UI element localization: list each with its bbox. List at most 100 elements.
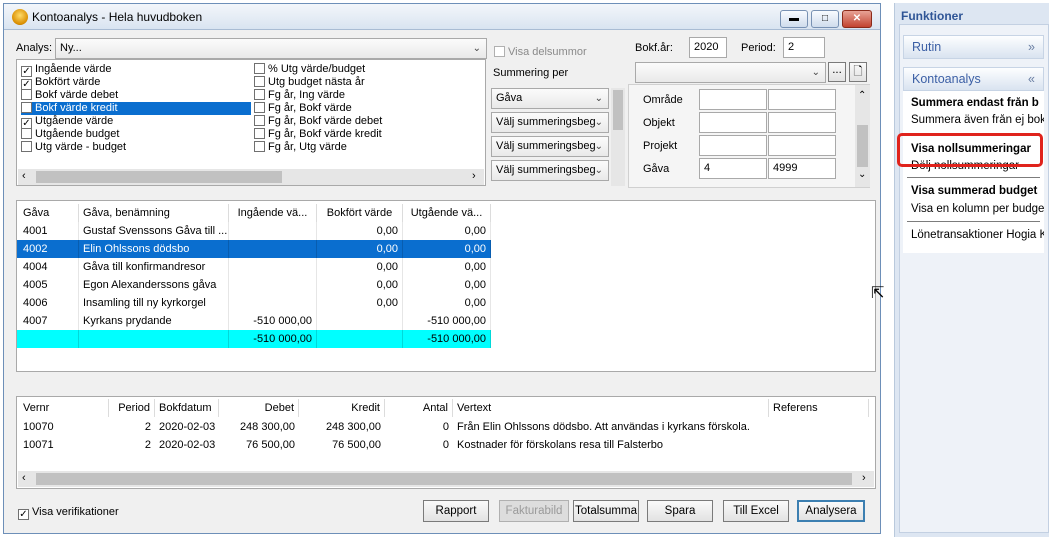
scroll-left-icon[interactable]: ‹ — [22, 472, 26, 484]
scroll-right-icon[interactable]: › — [862, 472, 866, 484]
filter-select[interactable]: ⌄ — [635, 62, 826, 83]
title-bar[interactable]: Kontoanalys - Hela huvudboken ▬ □ ✕ — [4, 4, 880, 30]
checklist-item[interactable]: Utgående budget — [21, 128, 236, 141]
checkbox[interactable] — [254, 63, 265, 74]
till-excel-button[interactable]: Till Excel — [723, 500, 789, 522]
visa-delsummor-checkbox[interactable] — [494, 46, 505, 57]
checkbox[interactable] — [21, 89, 32, 100]
checkbox[interactable] — [21, 102, 32, 113]
browse-button[interactable]: ... — [828, 62, 846, 82]
checklist-item[interactable]: Bokf värde debet — [21, 89, 236, 102]
table-row[interactable]: 4007 Kyrkans prydande -510 000,00 -510 000,… — [17, 312, 491, 330]
filter-from-input[interactable] — [699, 112, 767, 133]
checkbox[interactable] — [21, 141, 32, 152]
summering-select[interactable]: Välj summeringsbeg ⌄ — [491, 136, 609, 157]
summering-select[interactable]: Välj summeringsbeg ⌄ — [491, 160, 609, 181]
checklist-hscrollbar[interactable]: ‹ › — [18, 169, 484, 185]
filter-to-input[interactable] — [768, 135, 836, 156]
checkbox[interactable] — [254, 76, 265, 87]
checklist-item[interactable]: ✓ Ingående värde — [21, 63, 236, 77]
chevron-double-down-icon[interactable]: » — [1028, 36, 1035, 58]
checklist-item[interactable]: Fg år, Bokf värde — [254, 102, 469, 115]
column-header[interactable]: Antal — [385, 399, 453, 417]
rutin-header[interactable]: Rutin » — [903, 35, 1044, 59]
checkbox[interactable] — [254, 141, 265, 152]
table-row[interactable]: 4005 Egon Alexanderssons gåva 0,00 0,00 — [17, 276, 491, 294]
checklist-item[interactable]: % Utg värde/budget — [254, 63, 469, 76]
visa-summerad-budget-item[interactable]: Visa summerad budget — [903, 185, 1044, 197]
filter-to-input[interactable] — [768, 112, 836, 133]
filter-to-input[interactable]: 4999 — [768, 158, 836, 179]
summera-aven-item[interactable]: Summera även från ej bokf — [903, 114, 1044, 126]
bokfar-input[interactable]: 2020 — [689, 37, 727, 58]
rapport-button[interactable]: Rapport — [423, 500, 489, 522]
checklist-item[interactable]: Fg år, Ing värde — [254, 89, 469, 102]
checklist-item[interactable]: Fg år, Bokf värde kredit — [254, 128, 469, 141]
minimize-button[interactable]: ▬ — [780, 10, 808, 28]
totalsumma-button[interactable]: Totalsumma — [573, 500, 639, 522]
column-header[interactable]: Gåva — [19, 204, 79, 222]
scroll-thumb[interactable] — [36, 473, 852, 485]
visa-kolumn-per-budget-item[interactable]: Visa en kolumn per budget — [903, 203, 1044, 215]
column-header[interactable]: Vertext — [453, 399, 769, 417]
checkbox[interactable] — [254, 102, 265, 113]
column-header[interactable]: Vernr — [19, 399, 109, 417]
table-row[interactable]: 4004 Gåva till konfirmandresor 0,00 0,00 — [17, 258, 491, 276]
table-row[interactable]: 10071 2 2020-02-03 76 500,00 76 500,00 0 Kostn… — [17, 436, 875, 454]
column-header[interactable]: Bokfört värde — [317, 204, 403, 222]
filter-from-input[interactable] — [699, 135, 767, 156]
scroll-right-icon[interactable]: › — [472, 170, 476, 182]
table-row[interactable]: 4002 Elin Ohlssons dödsbo 0,00 0,00 — [17, 240, 491, 258]
column-header[interactable]: Bokfdatum — [155, 399, 219, 417]
analys-select[interactable]: Ny... ⌄ — [55, 38, 487, 59]
visa-verifikationer[interactable]: ✓ Visa verifikationer — [18, 506, 119, 520]
filter-from-input[interactable]: 4 — [699, 158, 767, 179]
ver-hscrollbar[interactable]: ‹ › — [18, 471, 874, 487]
summering-select[interactable]: Gåva ⌄ — [491, 88, 609, 109]
scroll-thumb[interactable] — [36, 171, 282, 183]
table-row[interactable]: 10070 2 2020-02-03 248 300,00 248 300,00 0 Frå… — [17, 418, 875, 436]
checklist-item[interactable]: Fg år, Bokf värde debet — [254, 115, 469, 128]
table-row[interactable]: 4001 Gustaf Svenssons Gåva till ... 0,00 0,… — [17, 222, 491, 240]
column-header[interactable]: Gåva, benämning — [79, 204, 229, 222]
close-button[interactable]: ✕ — [842, 10, 872, 28]
summering-select[interactable]: Välj summeringsbeg ⌄ — [491, 112, 609, 133]
scroll-down-icon[interactable]: ⌄ — [858, 169, 866, 180]
column-header[interactable]: Debet — [219, 399, 299, 417]
checklist-item[interactable]: ✓ Bokfört värde — [21, 76, 236, 90]
spara-button[interactable]: Spara — [647, 500, 713, 522]
period-input[interactable]: 2 — [783, 37, 825, 58]
checkbox[interactable] — [21, 128, 32, 139]
summering-vscrollbar[interactable] — [611, 88, 625, 186]
checkbox[interactable] — [254, 89, 265, 100]
column-header[interactable]: Referens — [769, 399, 869, 417]
table-row[interactable]: 4006 Insamling till ny kyrkorgel 0,00 0,00 — [17, 294, 491, 312]
checkbox[interactable] — [254, 128, 265, 139]
scroll-thumb[interactable] — [857, 125, 868, 167]
fakturabild-button[interactable]: Fakturabild — [499, 500, 569, 522]
kontoanalys-header[interactable]: Kontoanalys « — [903, 67, 1044, 91]
checklist-item[interactable]: Bokf värde kredit — [21, 102, 251, 115]
column-header[interactable]: Period — [109, 399, 155, 417]
checkbox[interactable] — [254, 115, 265, 126]
table-row[interactable]: -510 000,00 -510 000,00 — [17, 330, 491, 348]
filter-to-input[interactable] — [768, 89, 836, 110]
column-header[interactable]: Utgående vä... — [403, 204, 491, 222]
new-document-button[interactable]: 🗋 — [849, 62, 867, 82]
column-header[interactable]: Ingående vä... — [229, 204, 317, 222]
column-header[interactable]: Kredit — [299, 399, 385, 417]
chevron-double-up-icon[interactable]: « — [1028, 68, 1035, 90]
analysera-button[interactable]: Analysera — [797, 500, 865, 522]
checklist-item[interactable]: Fg år, Utg värde — [254, 141, 469, 154]
lonetransaktioner-item[interactable]: Lönetransaktioner Hogia Ky — [903, 229, 1044, 241]
visa-delsummor[interactable]: Visa delsummor — [494, 46, 587, 58]
scroll-up-icon[interactable]: ⌃ — [858, 90, 866, 101]
summera-endast-item[interactable]: Summera endast från b — [903, 97, 1044, 109]
filter-from-input[interactable] — [699, 89, 767, 110]
checklist-item[interactable]: ✓ Utgående värde — [21, 115, 236, 129]
filter-vscrollbar[interactable]: ⌃ ⌄ — [855, 85, 870, 187]
scroll-left-icon[interactable]: ‹ — [22, 170, 26, 182]
maximize-button[interactable]: □ — [811, 10, 839, 28]
checklist-item[interactable]: Utg värde - budget — [21, 141, 236, 154]
checklist-item[interactable]: Utg budget nästa år — [254, 76, 469, 89]
